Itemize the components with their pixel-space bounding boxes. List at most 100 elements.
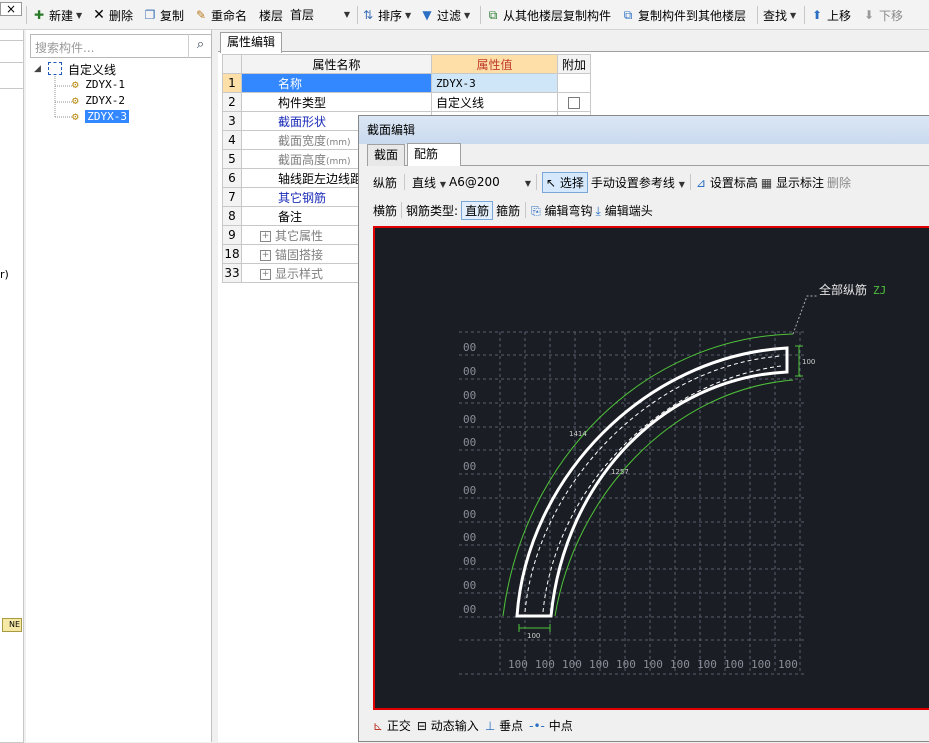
spec-value: A6@200 bbox=[449, 175, 500, 189]
dynamic-input-icon: ⊟ bbox=[416, 718, 427, 733]
main-toolbar: × ✚ 新建 ▼ ✕ 删除 ❐ 复制 ✎ 重命名 楼层 首层 ▼ ⇅ 排序 ▼ … bbox=[0, 0, 929, 30]
copy-button[interactable]: ❐ 复制 bbox=[143, 0, 184, 30]
row-value[interactable]: 自定义线 bbox=[431, 92, 558, 112]
filter-button[interactable]: ▼ 过滤 ▼ bbox=[420, 0, 470, 30]
show-annotation-label: 显示标注 bbox=[776, 175, 825, 190]
copy-label: 复制 bbox=[160, 8, 185, 23]
line-type-select[interactable]: 直线 ▼ bbox=[412, 174, 446, 191]
show-annotation-button[interactable]: ▦ 显示标注 bbox=[761, 174, 824, 191]
tree-item-zdyx-2[interactable]: ⚙ ZDYX-2 bbox=[72, 94, 125, 107]
drawing-canvas[interactable]: 00 00 00 00 00 00 00 00 00 00 00 00 100 … bbox=[373, 226, 929, 710]
perpendicular-icon: ⊥ bbox=[484, 718, 496, 733]
arrow-down-icon: ⬇ bbox=[863, 8, 875, 22]
grid-label-bottom: 100 bbox=[535, 658, 555, 671]
close-button[interactable]: × bbox=[0, 2, 22, 16]
rebar-type-label: 钢筋类型: bbox=[406, 203, 459, 218]
grid-label: 00 bbox=[463, 365, 476, 378]
expand-icon[interactable]: + bbox=[260, 268, 271, 280]
row-unit: (mm) bbox=[326, 137, 351, 148]
new-button[interactable]: ✚ 新建 ▼ bbox=[32, 0, 82, 30]
move-down-label: 下移 bbox=[879, 8, 904, 23]
expand-icon[interactable]: + bbox=[260, 230, 271, 242]
search-input[interactable]: 搜索构件... bbox=[30, 34, 212, 58]
tab-property-edit[interactable]: 属性编辑 bbox=[220, 32, 283, 53]
divider bbox=[401, 202, 403, 218]
ortho-icon: ⊾ bbox=[373, 718, 384, 733]
dialog-title[interactable]: 截面编辑 bbox=[359, 116, 929, 144]
floor-value: 首层 bbox=[290, 8, 315, 22]
expand-icon[interactable]: + bbox=[260, 249, 271, 261]
select-button[interactable]: ↖ 选择 bbox=[542, 171, 588, 193]
rename-label: 重命名 bbox=[211, 8, 248, 23]
copy-to-floor-icon: ⧉ bbox=[623, 8, 633, 22]
new-label: 新建 bbox=[49, 8, 74, 23]
grid-label: 00 bbox=[463, 579, 476, 592]
edit-bend-button[interactable]: ⎘ 编辑弯钩 bbox=[531, 202, 592, 219]
checkbox[interactable] bbox=[568, 96, 580, 109]
rename-button[interactable]: ✎ 重命名 bbox=[194, 0, 247, 30]
grid-label: 00 bbox=[463, 484, 476, 497]
grid-label: 00 bbox=[463, 436, 476, 449]
dropdown-arrow-icon: ▼ bbox=[464, 10, 471, 20]
row-number: 9 bbox=[222, 225, 242, 245]
row-number: 2 bbox=[222, 92, 242, 112]
spec-select[interactable]: A6@200 ▼ bbox=[449, 175, 531, 189]
tab-reinforcement[interactable]: 配筋 bbox=[407, 143, 461, 166]
set-elevation-label: 设置标高 bbox=[709, 175, 758, 190]
tab-section[interactable]: 截面 bbox=[367, 144, 406, 166]
manual-reference-button[interactable]: 手动设置参考线 ▼ bbox=[591, 174, 685, 191]
midpoint-icon: -•- bbox=[529, 718, 545, 733]
search-icon[interactable]: ⌕ bbox=[188, 34, 212, 58]
edit-end-button[interactable]: ⤓ 编辑端头 bbox=[596, 202, 653, 219]
copy-icon: ❐ bbox=[144, 8, 156, 22]
dynamic-input-toggle[interactable]: ⊟ 动态输入 bbox=[417, 717, 479, 734]
delete-button[interactable]: ✕ 删除 bbox=[92, 0, 133, 30]
layer-badge-icon[interactable]: NE bbox=[2, 618, 22, 632]
grid-label: 00 bbox=[463, 555, 476, 568]
copy-from-floor-button[interactable]: ⧉ 从其他楼层复制构件 bbox=[486, 0, 611, 30]
floor-label: 楼层 bbox=[259, 0, 283, 30]
perpendicular-snap-toggle[interactable]: ⊥ 垂点 bbox=[485, 717, 523, 734]
table-row[interactable]: 1 名称 ZDYX-3 bbox=[222, 73, 592, 93]
grid-label: 00 bbox=[463, 531, 476, 544]
cursor-icon: ↖ bbox=[546, 175, 557, 190]
tree-item-zdyx-3[interactable]: ⚙ ZDYX-3 bbox=[72, 110, 129, 123]
ortho-toggle[interactable]: ⊾ 正交 bbox=[373, 717, 411, 734]
find-button[interactable]: 查找 ▼ bbox=[763, 0, 796, 30]
divider bbox=[536, 174, 538, 190]
move-up-button[interactable]: ⬆ 上移 bbox=[810, 0, 851, 30]
rebar-toolbar-row2: 横筋 钢筋类型: 直筋 箍筋 ⎘ 编辑弯钩 ⤓ 编辑端头 bbox=[373, 198, 653, 222]
move-down-button[interactable]: ⬇ 下移 bbox=[862, 0, 903, 30]
table-row[interactable]: 2 构件类型 自定义线 bbox=[222, 92, 592, 112]
move-up-label: 上移 bbox=[827, 8, 852, 23]
grid-label-bottom: 100 bbox=[643, 658, 663, 671]
row-name-text: 锚固搭接 bbox=[275, 247, 324, 262]
filter-icon: ▼ bbox=[422, 8, 432, 22]
sort-button[interactable]: ⇅ 排序 ▼ bbox=[361, 0, 411, 30]
grid-label-bottom: 100 bbox=[697, 658, 717, 671]
tree-item-label: ZDYX-3 bbox=[85, 110, 129, 123]
grid-label-bottom: 100 bbox=[616, 658, 636, 671]
copy-to-floor-button[interactable]: ⧉ 复制构件到其他楼层 bbox=[621, 0, 746, 30]
grid-label-bottom: 100 bbox=[670, 658, 690, 671]
line-type-value: 直线 bbox=[412, 175, 437, 190]
sort-label: 排序 bbox=[378, 8, 403, 23]
transverse-label: 横筋 bbox=[373, 203, 398, 218]
row-value[interactable]: ZDYX-3 bbox=[431, 73, 558, 93]
tree-item-zdyx-1[interactable]: ⚙ ZDYX-1 bbox=[72, 78, 125, 91]
straight-bar-button[interactable]: 直筋 bbox=[461, 200, 494, 220]
row-name: 构件类型 bbox=[241, 92, 432, 112]
annotation-icon: ▦ bbox=[760, 175, 773, 190]
collapse-triangle-icon[interactable]: ◢ bbox=[34, 64, 41, 74]
set-elevation-button[interactable]: ⊿ 设置标高 bbox=[696, 174, 758, 191]
row-name-text: 显示样式 bbox=[275, 266, 324, 281]
header-name: 属性名称 bbox=[241, 54, 432, 74]
delete-rebar-button[interactable]: 删除 bbox=[827, 174, 851, 191]
longitudinal-label: 纵筋 bbox=[373, 175, 398, 190]
midpoint-snap-toggle[interactable]: -•- 中点 bbox=[529, 717, 573, 734]
stirrup-button[interactable]: 箍筋 bbox=[496, 202, 520, 219]
grid-lines bbox=[459, 331, 805, 675]
filter-label: 过滤 bbox=[437, 8, 462, 23]
floor-select[interactable]: 首层 ▼ bbox=[290, 5, 354, 25]
elevation-icon: ⊿ bbox=[695, 175, 706, 190]
